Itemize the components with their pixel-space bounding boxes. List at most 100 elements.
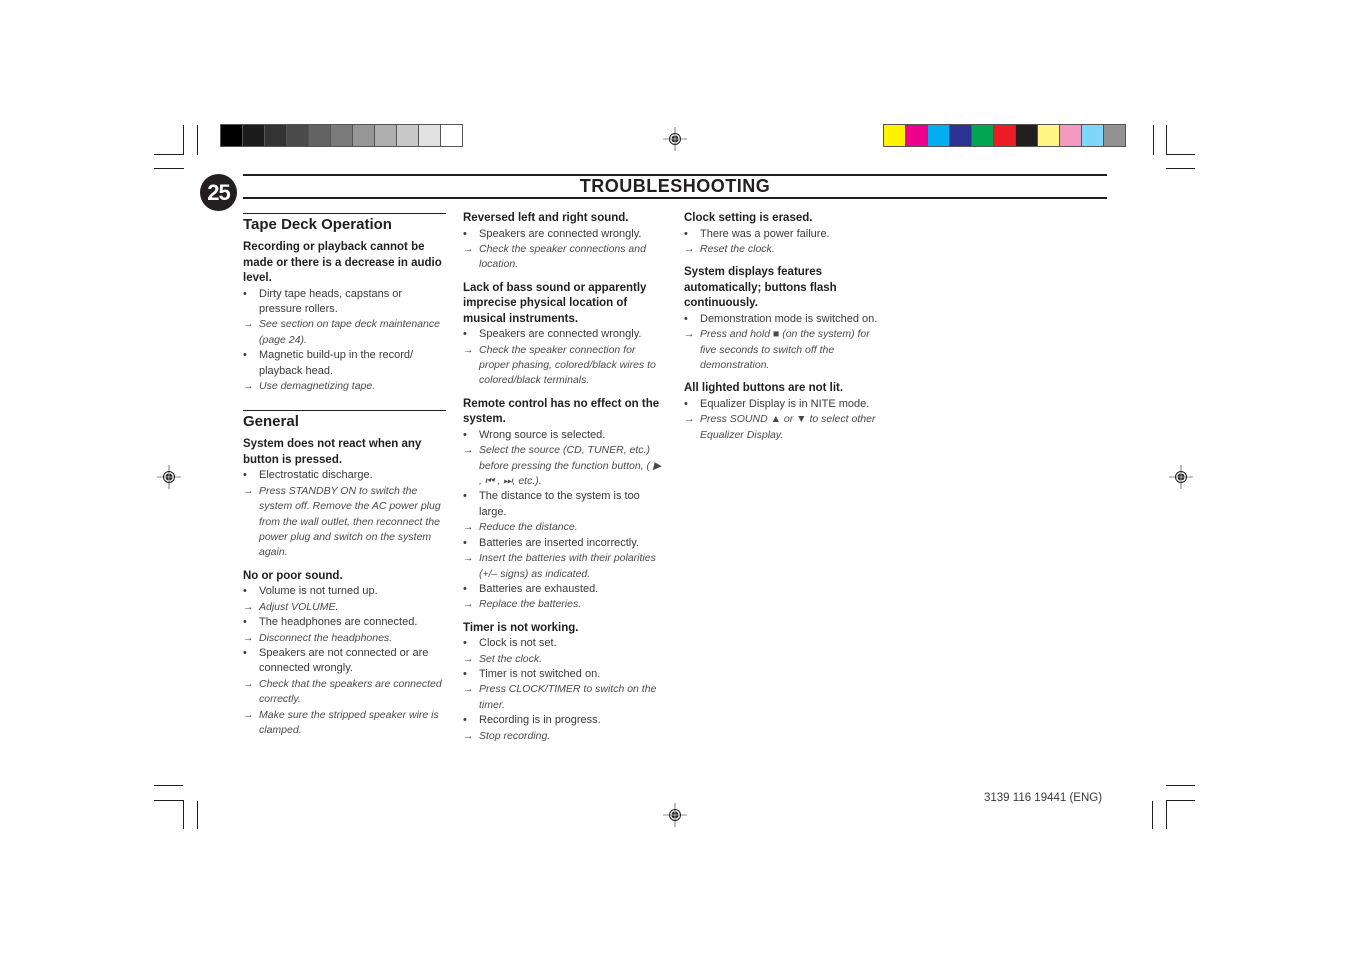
solution-item: → Select the source (CD, TUNER, etc.) bef… — [463, 443, 666, 489]
item-text: Reduce the distance. — [479, 521, 578, 534]
item-text: Stop recording. — [479, 729, 551, 742]
problem-title: No or poor sound. — [243, 569, 343, 582]
crop-mark — [197, 801, 198, 829]
troubleshooting-entry: No or poor sound. • Volume is not turned u… — [243, 569, 446, 739]
color-swatch — [353, 125, 374, 146]
color-swatch — [309, 125, 330, 146]
cause-item: • Speakers are connected wrongly. — [463, 227, 666, 242]
page-number-badge: 25 — [200, 174, 237, 211]
solution-item: → Set the clock. — [463, 652, 666, 667]
item-text: Magnetic build-up in the record/ playbac… — [259, 349, 414, 377]
registration-mark-icon — [157, 465, 181, 489]
problem-title: Recording or playback cannot be made or … — [243, 241, 442, 284]
arrow-icon: → — [463, 552, 474, 565]
color-swatch — [1038, 125, 1059, 146]
crop-mark — [1166, 154, 1195, 155]
solution-item: → Replace the batteries. — [463, 597, 666, 612]
item-text: Insert the batteries with their polariti… — [479, 552, 656, 580]
color-calibration-bar — [883, 124, 1126, 147]
bullet-icon: • — [684, 397, 688, 410]
cause-item: • Volume is not turned up. — [243, 584, 446, 599]
cause-item: • Electrostatic discharge. — [243, 468, 446, 483]
item-text: Equalizer Display is in NITE mode. — [700, 397, 870, 410]
troubleshooting-entry: System displays features automatically; … — [684, 265, 887, 373]
item-text: Press SOUND ▲ or ▼ to select other Equal… — [700, 413, 876, 441]
cause-item: • Batteries are inserted incorrectly. — [463, 536, 666, 551]
item-text: There was a power failure. — [700, 227, 830, 240]
item-text: Press STANDBY ON to switch the system of… — [259, 484, 441, 559]
bullet-icon: • — [463, 637, 467, 650]
arrow-icon: → — [243, 318, 254, 331]
item-text: Speakers are connected wrongly. — [479, 227, 642, 240]
crop-mark — [1166, 785, 1195, 786]
arrow-icon: → — [463, 652, 474, 665]
cause-item: • Speakers are connected wrongly. — [463, 327, 666, 342]
item-text: Press and hold ■ (on the system) for fiv… — [700, 328, 870, 372]
content-column-2: Reversed left and right sound. • Speakers … — [463, 211, 666, 752]
bullet-icon: • — [243, 469, 247, 482]
problem-title: Reversed left and right sound. — [463, 212, 629, 224]
arrow-icon: → — [243, 708, 254, 721]
problem-title: Timer is not working. — [463, 621, 579, 634]
bullet-icon: • — [243, 646, 247, 659]
troubleshooting-entry: Recording or playback cannot be made or … — [243, 240, 446, 394]
arrow-icon: → — [243, 631, 254, 644]
bullet-icon: • — [463, 328, 467, 341]
color-swatch — [331, 125, 352, 146]
solution-item: → Check the speaker connections and locat… — [463, 242, 666, 273]
troubleshooting-entry: Lack of bass sound or apparently impreci… — [463, 281, 666, 389]
item-text: Recording is in progress. — [479, 714, 601, 727]
solution-item: → Reset the clock. — [684, 242, 887, 257]
cause-item: • Magnetic build-up in the record/ playba… — [243, 348, 446, 379]
problem-title: Lack of bass sound or apparently impreci… — [463, 281, 647, 325]
item-text: The distance to the system is too large. — [479, 490, 640, 518]
arrow-icon: → — [463, 242, 474, 255]
crop-mark — [154, 800, 183, 801]
problem-title: System displays features automatically; … — [684, 266, 837, 310]
color-swatch — [1060, 125, 1081, 146]
item-text: Select the source (CD, TUNER, etc.) befo… — [479, 444, 662, 488]
title-rule-bottom — [243, 197, 1107, 199]
color-swatch — [928, 125, 949, 146]
bullet-icon: • — [463, 714, 467, 727]
item-text: See section on tape deck maintenance (pa… — [259, 318, 440, 346]
document-code: 3139 116 19441 (ENG) — [984, 792, 1103, 804]
item-text: Check that the speakers are connected co… — [259, 677, 442, 706]
item-text: Set the clock. — [479, 652, 543, 665]
color-swatch — [884, 125, 905, 146]
arrow-icon: → — [243, 600, 254, 613]
item-text: Volume is not turned up. — [259, 585, 378, 598]
color-swatch — [994, 125, 1015, 146]
color-swatch — [972, 125, 993, 146]
cause-item: • Clock is not set. — [463, 636, 666, 651]
problem-title: All lighted buttons are not lit. — [684, 382, 844, 395]
bullet-icon: • — [243, 585, 247, 598]
arrow-icon: → — [243, 379, 254, 392]
item-text: Use demagnetizing tape. — [259, 379, 376, 392]
solution-item: → Press CLOCK/TIMER to switch on the time… — [463, 682, 666, 713]
section-heading: Tape Deck Operation — [243, 213, 446, 234]
crop-mark — [1166, 125, 1167, 155]
crop-mark — [1153, 125, 1154, 155]
color-swatch — [287, 125, 308, 146]
crop-mark — [154, 785, 183, 786]
troubleshooting-entry: Reversed left and right sound. • Speakers … — [463, 211, 666, 273]
item-text: Check the speaker connections and locati… — [479, 242, 646, 271]
crop-mark — [1166, 800, 1195, 801]
registration-mark-icon — [1169, 465, 1193, 489]
solution-item: → Stop recording. — [463, 729, 666, 744]
problem-title: Remote control has no effect on the syst… — [463, 397, 660, 426]
solution-item: → Make sure the stripped speaker wire is … — [243, 708, 446, 739]
crop-mark — [1166, 168, 1195, 169]
bullet-icon: • — [243, 287, 247, 300]
item-text: Speakers are connected wrongly. — [479, 328, 642, 341]
crop-mark — [183, 800, 184, 829]
arrow-icon: → — [684, 413, 695, 426]
cause-item: • There was a power failure. — [684, 227, 887, 242]
cause-item: • Demonstration mode is switched on. — [684, 312, 887, 327]
item-text: Demonstration mode is switched on. — [700, 312, 878, 325]
cause-item: • Batteries are exhausted. — [463, 582, 666, 597]
cause-item: • The headphones are connected. — [243, 615, 446, 630]
arrow-icon: → — [463, 683, 474, 696]
bullet-icon: • — [463, 536, 467, 549]
